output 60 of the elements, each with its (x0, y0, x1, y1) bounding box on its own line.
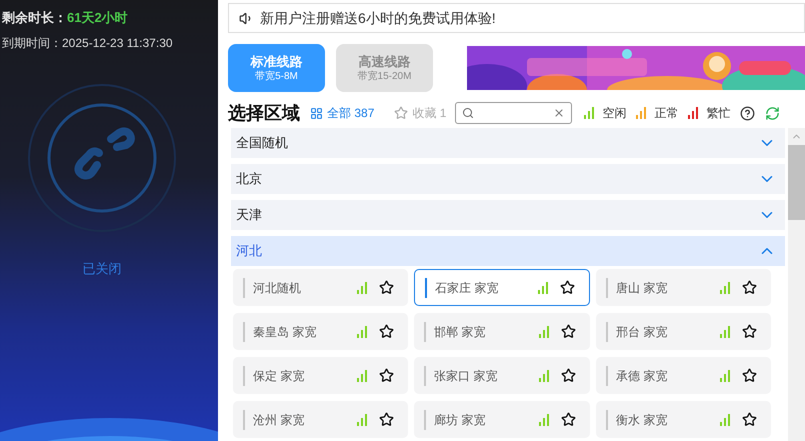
node-card[interactable]: 承德 家宽 (596, 357, 771, 394)
node-card[interactable]: 沧州 家宽 (233, 401, 408, 438)
grid-icon (310, 106, 323, 120)
node-card[interactable]: 河北随机 (233, 269, 408, 306)
region-row[interactable]: 天津 (231, 200, 785, 230)
node-card[interactable]: 秦皇岛 家宽 (233, 313, 408, 350)
node-name: 廊坊 家宽 (434, 412, 486, 428)
remaining-label: 剩余时长： (2, 9, 67, 27)
legend-label: 空闲 (602, 105, 626, 122)
region-row[interactable]: 河北 (231, 236, 785, 266)
star-icon (394, 106, 408, 120)
node-name: 衡水 家宽 (616, 412, 668, 428)
node-name: 承德 家宽 (616, 368, 668, 384)
node-card[interactable]: 张家口 家宽 (414, 357, 590, 394)
clear-icon[interactable] (553, 107, 566, 119)
expiry-value: 2025-12-23 11:37:30 (62, 34, 173, 52)
favorite-star-icon[interactable] (379, 324, 394, 339)
region-row[interactable]: 北京 (231, 164, 785, 194)
all-filter[interactable]: 全部 387 (310, 104, 374, 122)
node-name: 保定 家宽 (253, 368, 306, 384)
scrollbar[interactable] (788, 128, 805, 441)
scrollbar-thumb[interactable] (788, 145, 805, 220)
search-field[interactable] (455, 102, 572, 124)
node-name: 河北随机 (253, 280, 302, 296)
favorite-star-icon[interactable] (379, 368, 394, 383)
node-name: 唐山 家宽 (616, 280, 668, 296)
node-name: 张家口 家宽 (434, 368, 498, 384)
node-name: 石家庄 家宽 (435, 280, 500, 296)
node-card[interactable]: 廊坊 家宽 (414, 401, 590, 438)
node-name: 邢台 家宽 (616, 324, 668, 340)
search-icon (462, 107, 474, 119)
node-name: 秦皇岛 家宽 (253, 324, 318, 340)
remaining-value: 61天2小时 (67, 9, 128, 27)
legend-label: 繁忙 (706, 105, 730, 122)
favorite-star-icon[interactable] (561, 412, 576, 427)
help-icon[interactable] (740, 106, 756, 120)
favorite-star-icon[interactable] (560, 280, 575, 295)
node-name: 邯郸 家宽 (434, 324, 486, 340)
node-card[interactable]: 衡水 家宽 (596, 401, 771, 438)
favorite-star-icon[interactable] (561, 368, 576, 383)
node-card[interactable]: 石家庄 家宽 (414, 269, 590, 306)
favorite-star-icon[interactable] (561, 324, 576, 339)
favorite-star-icon[interactable] (379, 412, 394, 427)
region-row[interactable]: 全国随机 (231, 128, 785, 158)
expiry-label: 到期时间： (2, 34, 62, 52)
favorite-star-icon[interactable] (742, 368, 757, 383)
node-card[interactable]: 邯郸 家宽 (414, 313, 590, 350)
section-title: 选择区域 (228, 102, 300, 124)
node-name: 沧州 家宽 (253, 412, 306, 428)
node-card[interactable]: 保定 家宽 (233, 357, 408, 394)
notice-text: 新用户注册赠送6小时的免费试用体验! (260, 8, 496, 28)
legend-label: 正常 (654, 105, 678, 122)
connection-status: 已关闭 (82, 260, 122, 278)
favorite-star-icon[interactable] (742, 280, 757, 295)
refresh-icon[interactable] (765, 106, 780, 120)
node-card[interactable]: 邢台 家宽 (596, 313, 771, 350)
favorite-star-icon[interactable] (742, 412, 757, 427)
favorite-star-icon[interactable] (379, 280, 394, 295)
node-card[interactable]: 唐山 家宽 (596, 269, 771, 306)
favorite-star-icon[interactable] (742, 324, 757, 339)
